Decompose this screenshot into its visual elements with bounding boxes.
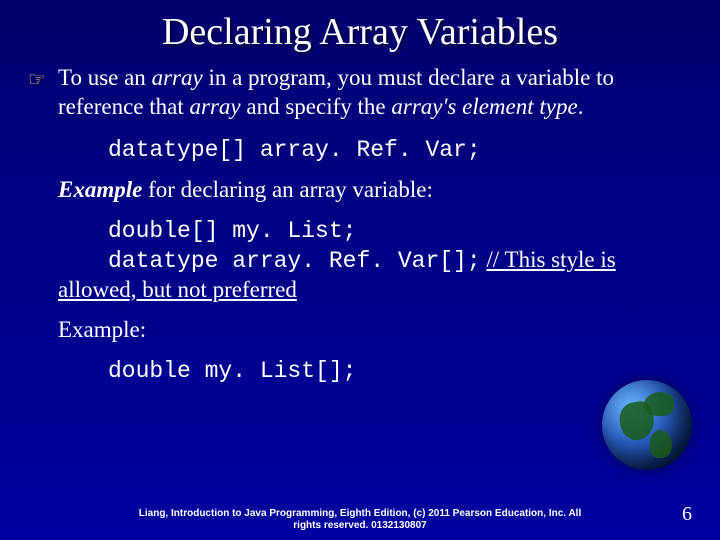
code-line-4: double my. List[]; bbox=[58, 357, 660, 386]
pointer-icon: ☞ bbox=[28, 68, 46, 93]
footer-citation: Liang, Introduction to Java Programming,… bbox=[0, 508, 720, 532]
example-label: Example: bbox=[58, 316, 660, 345]
page-number: 6 bbox=[682, 503, 692, 526]
example-intro: Example for declaring an array variable: bbox=[58, 176, 660, 205]
code-line-3: datatype array. Ref. Var[]; // This styl… bbox=[58, 246, 660, 305]
code-3-note: // This style is bbox=[486, 247, 615, 272]
code-line-1: datatype[] array. Ref. Var; bbox=[58, 136, 660, 165]
code-3-code: datatype array. Ref. Var[]; bbox=[58, 248, 481, 274]
globe-image bbox=[592, 370, 702, 480]
bullet-item: ☞ To use an array in a program, you must… bbox=[58, 64, 660, 122]
bullet-text: To use an array in a program, you must d… bbox=[58, 65, 614, 119]
code-line-2: double[] my. List; bbox=[58, 217, 660, 246]
slide-title: Declaring Array Variables bbox=[0, 0, 720, 64]
slide-body: ☞ To use an array in a program, you must… bbox=[0, 64, 720, 386]
